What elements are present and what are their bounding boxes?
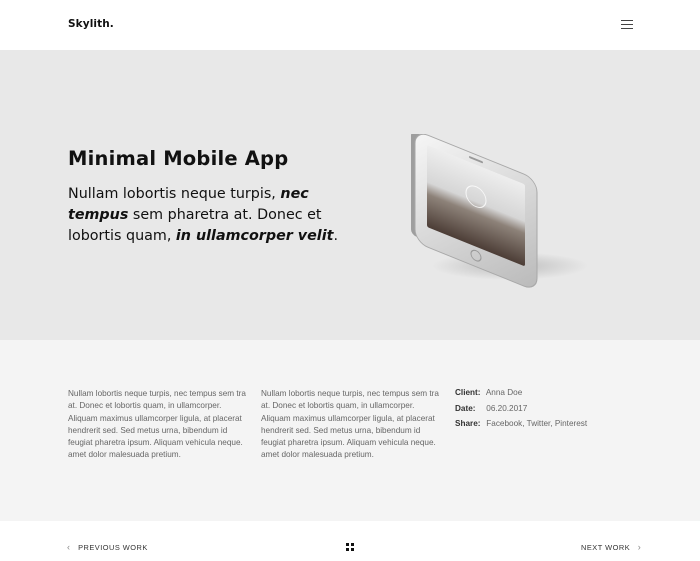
project-meta: Client: Anna Doe Date: 06.20.2017 Share:… xyxy=(455,388,587,435)
meta-value: Anna Doe xyxy=(485,388,523,397)
meta-label: Date: xyxy=(455,403,476,413)
description-column-1: Nullam lobortis neque turpis, nec tempus… xyxy=(68,389,246,460)
chevron-right-icon: › xyxy=(637,542,642,552)
meta-label: Client: xyxy=(455,388,481,397)
lead-text-part: . xyxy=(333,228,338,244)
hero-lead-text: Nullam lobortis neque turpis, nec tempus… xyxy=(68,184,368,247)
meta-row-client: Client: Anna Doe xyxy=(455,388,587,404)
chevron-left-icon: ‹ xyxy=(67,542,71,552)
previous-work-link[interactable]: ‹ PREVIOUS WORK xyxy=(67,542,148,552)
next-work-link[interactable]: NEXT WORK › xyxy=(581,542,641,552)
grid-icon[interactable] xyxy=(346,543,354,551)
page-title: Minimal Mobile App xyxy=(68,147,289,170)
share-links[interactable]: Facebook, Twitter, Pinterest xyxy=(486,419,587,428)
site-logo[interactable]: Skylith. xyxy=(68,18,114,30)
description-column-2: Nullam lobortis neque turpis, nec tempus… xyxy=(261,389,439,460)
project-navigation: ‹ PREVIOUS WORK NEXT WORK › xyxy=(0,521,700,561)
previous-work-label: PREVIOUS WORK xyxy=(78,543,148,552)
smartphone-mockup-image xyxy=(405,132,595,294)
hamburger-menu-icon[interactable] xyxy=(621,19,633,30)
lead-text-part: Nullam lobortis neque turpis, xyxy=(68,186,281,202)
project-details-section: Nullam lobortis neque turpis, nec tempus… xyxy=(0,340,700,521)
meta-row-share: Share: Facebook, Twitter, Pinterest xyxy=(455,419,587,435)
hero-section: Minimal Mobile App Nullam lobortis neque… xyxy=(0,50,700,340)
meta-label: Share: xyxy=(455,419,481,428)
site-header: Skylith. xyxy=(0,0,700,50)
next-work-label: NEXT WORK xyxy=(581,543,631,552)
lead-emphasis: in ullamcorper velit xyxy=(175,228,334,244)
meta-value: 06.20.2017 xyxy=(486,403,528,413)
meta-row-date: Date: 06.20.2017 xyxy=(455,404,587,420)
